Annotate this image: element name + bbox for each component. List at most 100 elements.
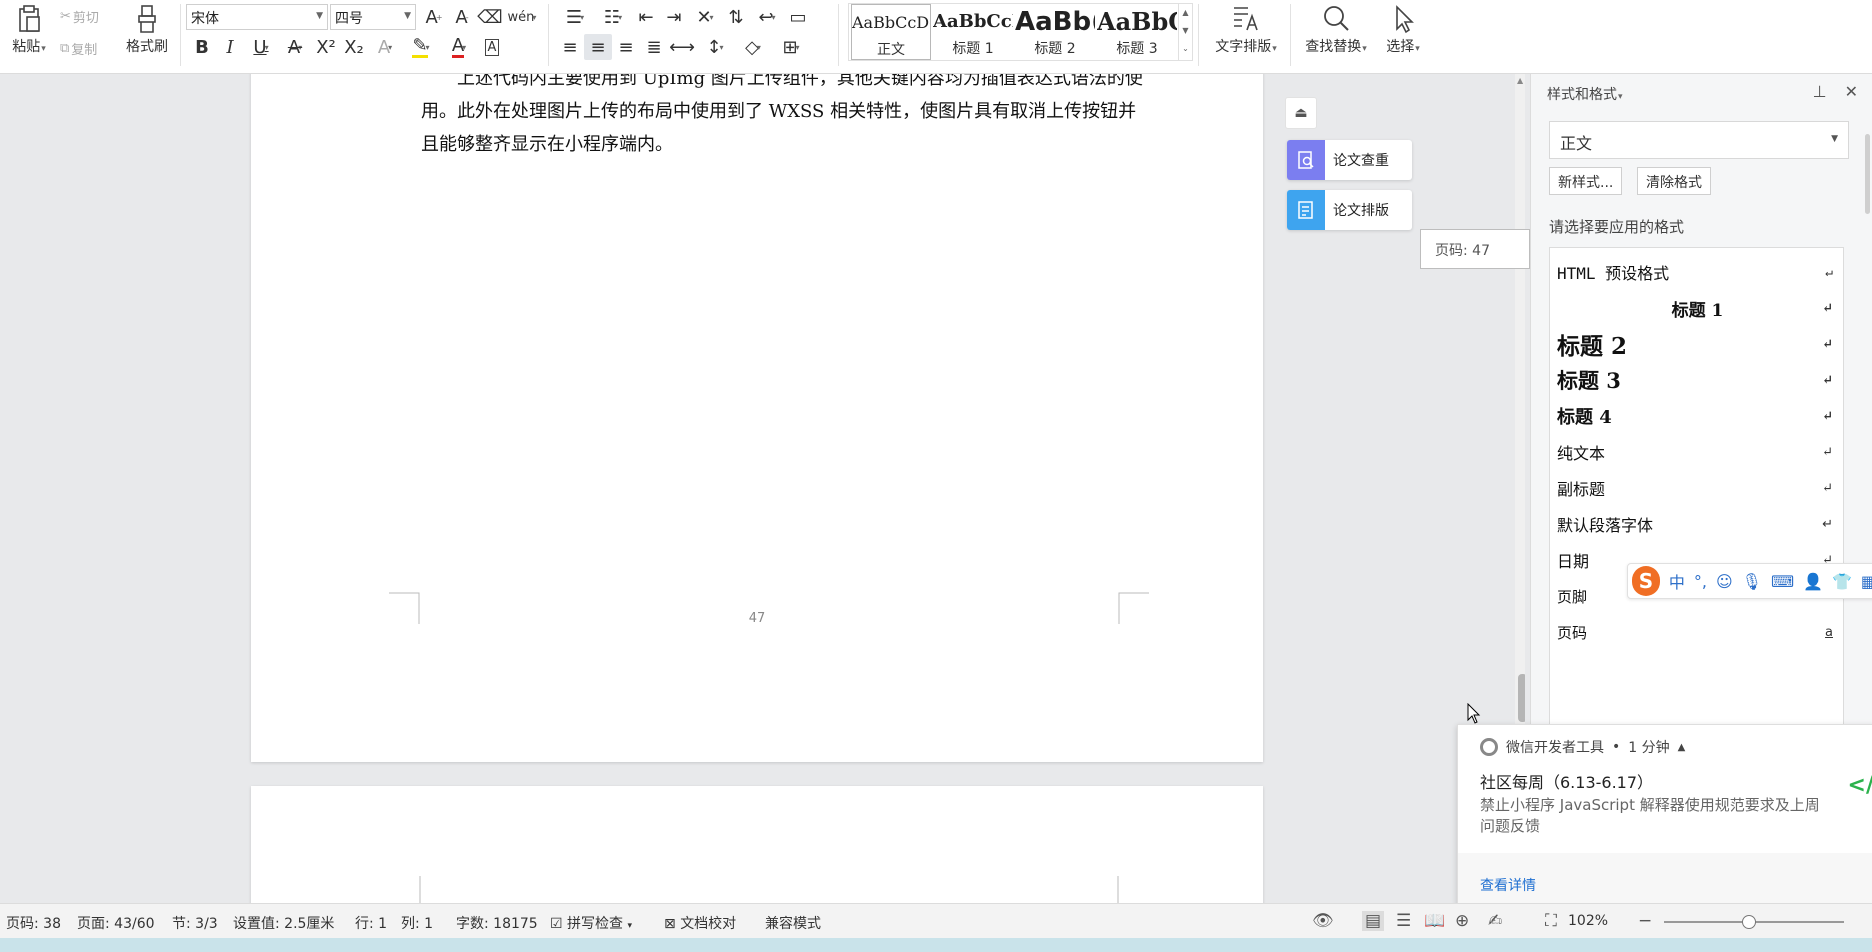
align-left-icon[interactable]: ≡ [556, 34, 584, 60]
scrollbar-thumb[interactable] [1518, 674, 1525, 722]
superscript-icon[interactable]: X² [312, 34, 340, 60]
fit-page-icon[interactable]: ⛶ [1545, 911, 1557, 931]
spell-check-button[interactable]: ☑ 拼写检查 ▾ [550, 913, 632, 933]
line-spacing-icon[interactable]: ↕ ▾ [696, 34, 734, 60]
chevron-up-icon[interactable]: ▲ [1678, 742, 1686, 753]
style-heading-1[interactable]: AaBbCcI 标题 1 [933, 4, 1013, 60]
italic-icon[interactable]: I [216, 34, 244, 60]
chrome-icon [1480, 738, 1498, 756]
bold-icon[interactable]: B [188, 34, 216, 60]
microphone-icon[interactable]: 🎙 [1742, 572, 1762, 591]
underline-icon[interactable]: U ▾ [244, 34, 278, 60]
font-size-select[interactable]: 四号 ▼ [330, 4, 416, 30]
text-layout-button[interactable]: 文字排版▾ [1208, 4, 1284, 56]
user-icon[interactable]: 👤 [1803, 572, 1823, 591]
ruler-icon[interactable]: ▭ [784, 4, 812, 30]
zoom-level[interactable]: 102% [1568, 913, 1608, 929]
sogou-logo-icon[interactable]: S [1632, 566, 1660, 596]
list-item[interactable]: 默认段落字体 ↵ [1550, 506, 1843, 542]
status-word-count[interactable]: 字数: 18175 [456, 913, 538, 933]
skin-icon[interactable]: 👕 [1832, 572, 1852, 591]
subscript-icon[interactable]: X₂ [340, 34, 368, 60]
list-item[interactable]: HTML 预设格式 ↵ [1550, 254, 1843, 290]
list-item[interactable]: 副标题 ↵ [1550, 470, 1843, 506]
compat-mode-label: 兼容模式 [765, 916, 821, 932]
page-view-icon[interactable]: ▤ [1362, 911, 1385, 931]
style-normal[interactable]: AaBbCcDd 正文 [851, 4, 931, 60]
status-page-number[interactable]: 页码: 38 [6, 913, 61, 933]
paper-check-button[interactable]: 论文查重 [1287, 140, 1412, 180]
keyboard-icon[interactable]: ⌨ [1771, 572, 1794, 591]
style-list: HTML 预设格式 ↵ 标题 1 ↵ 标题 2 ↵ 标题 3 ↵ 标题 4 ↵ 纯文本 ↵ … [1549, 247, 1844, 807]
format-painter-button[interactable]: 格式刷 [122, 4, 172, 56]
sort-icon[interactable]: ⇅ [722, 4, 750, 30]
clear-format-icon[interactable]: ⌫ [476, 4, 504, 30]
strikethrough-icon[interactable]: A ▾ [278, 34, 312, 60]
new-style-button[interactable]: 新样式... [1549, 167, 1623, 195]
bullet-list-icon[interactable]: ☰ ▾ [556, 4, 594, 30]
scroll-up-icon[interactable]: ▲ [1517, 76, 1523, 85]
ime-lang-toggle[interactable]: 中 [1669, 569, 1685, 593]
list-item[interactable]: 标题 3 ↵ [1550, 362, 1843, 398]
border-icon[interactable]: ⊞ ▾ [772, 34, 810, 60]
style-gallery: AaBbCcDd 正文 AaBbCcI 标题 1 AaBb( 标题 2 AaBb… [848, 3, 1193, 61]
style-heading-2[interactable]: AaBb( 标题 2 [1015, 4, 1095, 60]
styles-panel-scrollbar[interactable] [1865, 134, 1870, 214]
align-center-icon[interactable]: ≡ [584, 34, 612, 60]
brush-icon [138, 5, 156, 33]
pin-icon[interactable]: ⊥ [1813, 82, 1827, 101]
justify-icon[interactable]: ≣ [640, 34, 668, 60]
close-icon[interactable]: ✕ [1845, 82, 1858, 101]
align-right-icon[interactable]: ≡ [612, 34, 640, 60]
styles-panel-title[interactable]: 样式和格式▾ [1547, 84, 1623, 104]
document-page-next[interactable] [251, 786, 1263, 903]
style-heading-3[interactable]: AaBbC 标题 3 [1097, 4, 1177, 60]
chinese-layout-icon[interactable]: ✕ ▾ [688, 4, 722, 30]
show-marks-icon[interactable]: ↩ ▾ [750, 4, 784, 30]
list-item[interactable]: 标题 2 ↵ [1550, 326, 1843, 362]
emoji-icon[interactable]: ☺ [1716, 572, 1733, 591]
cut-button[interactable]: ✂ 剪切 [60, 7, 99, 26]
toast-notification[interactable]: 微信开发者工具 • 1 分钟 ▲ 社区每周（6.13-6.17） 禁止小程序 J… [1457, 724, 1872, 920]
distribute-icon[interactable]: ⟷ [668, 34, 696, 60]
style-gallery-scroll[interactable]: ▲ ▼ ⌄ [1178, 4, 1192, 60]
outline-view-icon[interactable]: ☰ [1396, 911, 1411, 931]
ime-punct-toggle[interactable]: °, [1694, 572, 1707, 591]
outdent-icon[interactable]: ⇤ [632, 4, 660, 30]
write-view-icon[interactable]: ✍ [1488, 911, 1502, 931]
document-page[interactable]: 上述代码内主要使用到 UpImg 图片上传组件，其他关键内容均为插值表达式语法的… [251, 74, 1263, 762]
list-item[interactable]: 页码 a [1550, 614, 1843, 650]
list-item[interactable]: 纯文本 ↵ [1550, 434, 1843, 470]
grid-menu-icon[interactable]: ▦ [1861, 572, 1872, 591]
find-replace-button[interactable]: 查找替换▾ [1300, 4, 1372, 56]
status-pages[interactable]: 页面: 43/60 [77, 913, 155, 933]
list-item[interactable]: 标题 1 ↵ [1550, 290, 1843, 326]
copy-button[interactable]: ⧉ 复制 [60, 39, 97, 58]
status-setting[interactable]: 设置值: 2.5厘米 [233, 913, 334, 933]
char-border-icon[interactable]: A [478, 34, 506, 60]
collapse-tools-button[interactable]: ⏏ [1285, 97, 1317, 129]
body-paragraph[interactable]: 上述代码内主要使用到 UpImg 图片上传组件，其他关键内容均为插值表达式语法的… [421, 74, 1143, 161]
numbered-list-icon[interactable]: ☷ ▾ [594, 4, 632, 30]
font-color-icon[interactable]: A ▾ [440, 34, 478, 60]
paste-button[interactable]: 粘贴▾ [8, 4, 50, 56]
eye-protect-icon[interactable]: 👁 [1312, 911, 1334, 931]
shrink-font-icon[interactable]: A- [448, 4, 476, 30]
reading-view-icon[interactable]: 📖 [1424, 911, 1445, 931]
pinyin-guide-icon[interactable]: wén ▾ [504, 4, 540, 30]
zoom-slider-thumb[interactable] [1742, 915, 1756, 929]
select-button[interactable]: 选择▾ [1380, 4, 1426, 56]
font-family-select[interactable]: 宋体 ▼ [186, 4, 328, 30]
web-view-icon[interactable]: ⊕ [1455, 911, 1469, 931]
list-item[interactable]: 标题 4 ↵ [1550, 398, 1843, 434]
highlight-icon[interactable]: ✎ ▾ [402, 34, 440, 60]
zoom-out-icon[interactable]: − [1638, 911, 1652, 931]
doc-proofread-button[interactable]: ⊠ 文档校对 [664, 913, 736, 933]
current-style-select[interactable]: 正文 ▼ [1549, 121, 1849, 159]
indent-icon[interactable]: ⇥ [660, 4, 688, 30]
grow-font-icon[interactable]: A + [420, 4, 448, 30]
text-effect-icon[interactable]: A ▾ [368, 34, 402, 60]
clear-format-button[interactable]: 清除格式 [1637, 167, 1711, 195]
paper-format-button[interactable]: 论文排版 [1287, 190, 1412, 230]
shading-icon[interactable]: ◇ ▾ [734, 34, 772, 60]
